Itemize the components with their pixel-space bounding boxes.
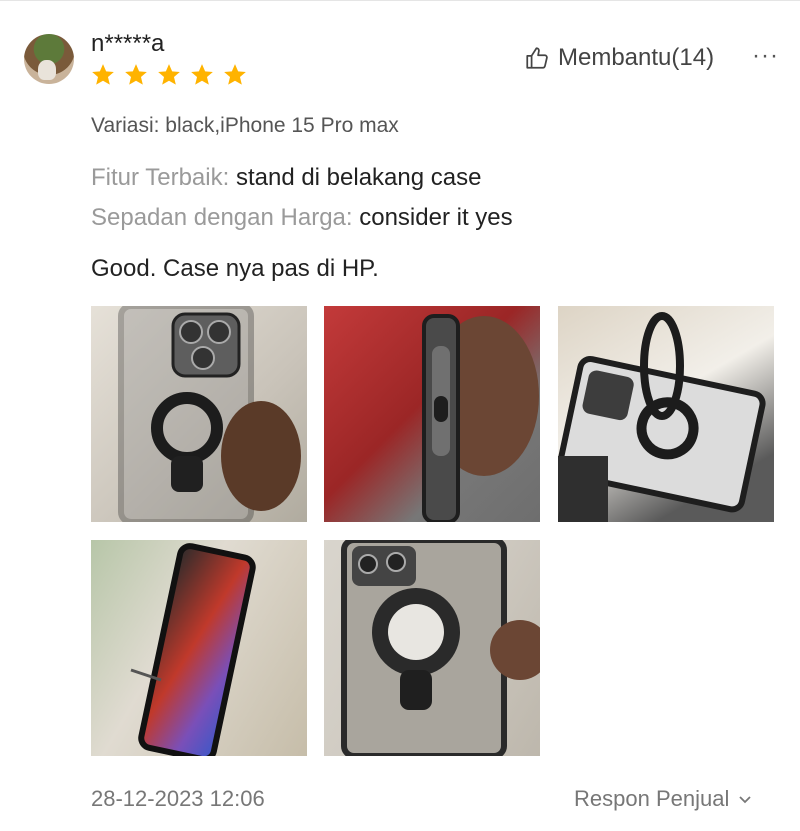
- seller-response-label: Respon Penjual: [574, 786, 730, 811]
- helpful-button[interactable]: Membantu(14): [524, 44, 714, 72]
- photo-content: [558, 312, 766, 522]
- review-comment: Good. Case nya pas di HP.: [91, 255, 379, 282]
- star-icon: [224, 64, 246, 85]
- photo-content: [341, 540, 540, 756]
- field-value-for-money: Sepadan dengan Harga: consider it yes: [91, 204, 513, 232]
- review-date: 28-12-2023 12:06: [91, 786, 265, 811]
- field-value: stand di belakang case: [235, 164, 482, 191]
- field-value: consider it yes: [359, 204, 513, 231]
- thumbs-up-icon: [526, 47, 548, 69]
- field-label: Fitur Terbaik:: [91, 164, 230, 191]
- reviewer-name: n*****a: [91, 30, 165, 57]
- review-photo[interactable]: [324, 540, 540, 756]
- avatar-figure: [38, 60, 56, 80]
- review-photo[interactable]: [91, 306, 307, 522]
- top-divider: [0, 0, 800, 1]
- chevron-down-icon: [739, 796, 751, 804]
- field-best-feature: Fitur Terbaik: stand di belakang case: [91, 164, 481, 192]
- star-icon: [158, 64, 180, 85]
- rating-stars: [90, 62, 248, 88]
- avatar[interactable]: [24, 34, 74, 84]
- review-photo[interactable]: [324, 306, 540, 522]
- star-icon: [191, 64, 213, 85]
- field-label: Sepadan dengan Harga:: [91, 204, 353, 231]
- helpful-label: Membantu(14): [558, 44, 715, 71]
- star-icon: [125, 64, 147, 85]
- review-photo[interactable]: [91, 540, 307, 756]
- photo-content: [422, 314, 539, 522]
- review-photo[interactable]: [558, 306, 774, 522]
- variation-label: Variasi: black,iPhone 15 Pro max: [91, 114, 399, 137]
- star-icon: [92, 64, 114, 85]
- photo-content: [118, 306, 301, 522]
- photo-content: [130, 543, 256, 756]
- seller-response-toggle[interactable]: Respon Penjual: [574, 786, 753, 812]
- more-options-icon[interactable]: ···: [752, 42, 779, 70]
